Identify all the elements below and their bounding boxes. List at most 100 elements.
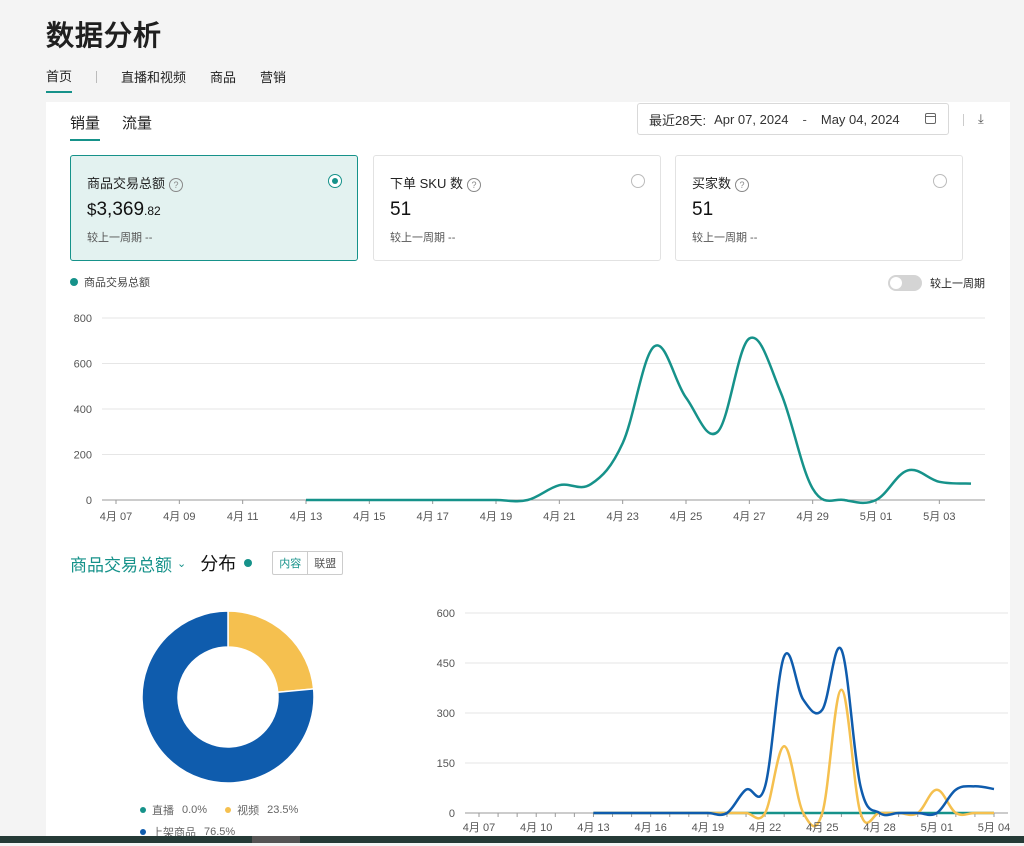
date-range-start: Apr 07, 2024 (714, 111, 789, 127)
x-tick-label: 4月 28 (863, 822, 895, 834)
date-range-end: May 04, 2024 (820, 111, 900, 127)
y-tick-label: 400 (74, 404, 92, 416)
sub-tab-traffic[interactable]: 流量 (122, 112, 152, 141)
x-tick-label: 4月 19 (480, 511, 512, 523)
metric-card-sku-orders[interactable]: 下单 SKU 数? 51 较上一周期 -- (373, 155, 661, 261)
metric-label-wrap: 买家数? (692, 173, 750, 192)
x-tick-label: 4月 07 (463, 822, 495, 834)
metric-compare: 较上一周期 -- (692, 232, 758, 244)
metric-value: $3,369.82 (87, 199, 161, 221)
nav-tab-products[interactable]: 商品 (210, 67, 236, 92)
sub-tabs: 销量 流量 (70, 112, 174, 141)
status-dot (244, 559, 253, 567)
x-tick-label: 4月 23 (606, 511, 638, 523)
distribution-header: 商品交易总额 ⌄ 分布 内容 联盟 (70, 550, 344, 576)
legend-item-video: 视频 23.5% (225, 802, 298, 818)
y-tick-label: 800 (74, 313, 92, 325)
metric-label: 买家数 (692, 176, 732, 191)
date-range-separator: - (802, 111, 807, 127)
nav-tab-home[interactable]: 首页 (46, 66, 73, 93)
x-tick-label: 4月 07 (100, 511, 132, 523)
x-tick-label: 4月 19 (692, 822, 724, 834)
help-icon[interactable]: ? (735, 177, 750, 192)
segment-content[interactable]: 内容 (273, 552, 309, 574)
help-icon[interactable]: ? (466, 177, 481, 192)
legend-dot (140, 807, 146, 813)
x-tick-label: 4月 25 (670, 511, 702, 523)
distribution-metric-select[interactable]: 商品交易总额 (70, 551, 172, 576)
metric-value-int: 3,369 (96, 199, 145, 220)
y-tick-label: 600 (437, 608, 455, 620)
horizontal-scrollbar[interactable] (0, 836, 1024, 843)
x-tick-label: 4月 16 (634, 822, 666, 834)
date-range-picker[interactable]: 最近28天: Apr 07, 2024 - May 04, 2024 (637, 103, 949, 135)
nav-tab-marketing[interactable]: 营销 (260, 67, 286, 92)
legend-dot (70, 278, 78, 286)
x-tick-label: 4月 11 (227, 511, 259, 523)
help-icon[interactable]: ? (169, 177, 184, 192)
metric-label: 商品交易总额 (87, 176, 166, 191)
legend-item-live: 直播 0.0% (140, 802, 207, 818)
download-icon[interactable]: ⤓ (978, 111, 984, 127)
nav-tab-live-video[interactable]: 直播和视频 (121, 67, 186, 92)
y-tick-label: 600 (74, 359, 92, 371)
x-tick-label: 4月 17 (416, 511, 448, 523)
date-range-label: 最近28天: (649, 112, 707, 128)
page-title: 数据分析 (46, 20, 163, 51)
legend-name: 视频 (237, 805, 260, 817)
toolbar-divider (963, 114, 964, 126)
distribution-segment: 内容 联盟 (272, 551, 344, 575)
y-tick-label: 300 (437, 708, 455, 720)
trend-legend-label: 商品交易总额 (84, 277, 150, 289)
metric-radio[interactable] (631, 174, 645, 188)
distribution-title: 分布 (200, 554, 237, 574)
metric-label-wrap: 商品交易总额? (87, 173, 184, 192)
x-tick-label: 4月 29 (796, 511, 828, 523)
x-tick-label: 4月 10 (520, 822, 552, 834)
y-tick-label: 150 (437, 758, 455, 770)
metric-radio[interactable] (328, 174, 342, 188)
series-line (593, 688, 994, 828)
x-tick-label: 4月 27 (733, 511, 765, 523)
x-tick-label: 4月 21 (543, 511, 575, 523)
metric-card-gmv[interactable]: 商品交易总额? $3,369.82 较上一周期 -- (70, 155, 358, 261)
calendar-icon (925, 113, 936, 124)
compare-toggle-label: 较上一周期 (930, 278, 985, 290)
distribution-donut-chart (141, 610, 315, 784)
analytics-panel: 销量 流量 最近28天: Apr 07, 2024 - May 04, 2024… (46, 102, 1010, 843)
metric-value-dec: .82 (144, 204, 161, 218)
legend-row: 直播 0.0% 视频 23.5% (140, 802, 316, 818)
chevron-down-icon[interactable]: ⌄ (177, 557, 186, 570)
x-tick-label: 5月 03 (923, 511, 955, 523)
y-tick-label: 450 (437, 658, 455, 670)
compare-toggle-wrap: 较上一周期 (888, 275, 985, 291)
metric-radio[interactable] (933, 174, 947, 188)
metric-compare: 较上一周期 -- (87, 232, 153, 244)
segment-affiliate[interactable]: 联盟 (307, 552, 342, 574)
sub-tab-sales[interactable]: 销量 (70, 112, 101, 141)
compare-toggle[interactable] (888, 275, 922, 291)
x-tick-label: 4月 13 (290, 511, 322, 523)
metric-compare: 较上一周期 -- (390, 232, 456, 244)
x-tick-label: 4月 22 (749, 822, 781, 834)
y-tick-label: 0 (449, 808, 455, 820)
metric-label-wrap: 下单 SKU 数? (390, 173, 481, 192)
y-tick-label: 200 (74, 450, 92, 462)
x-tick-label: 5月 04 (978, 822, 1010, 834)
x-tick-label: 4月 09 (163, 511, 195, 523)
pie-slice (227, 610, 315, 694)
x-tick-label: 5月 01 (860, 511, 892, 523)
metric-card-buyers[interactable]: 买家数? 51 较上一周期 -- (675, 155, 963, 261)
gmv-trend-chart: 0 200 400 600 800 4月 07 4月 09 4月 11 4月 13 4月 15 4月… (74, 313, 985, 523)
metric-value: 51 (390, 199, 412, 220)
legend-dot (140, 829, 146, 835)
x-tick-label: 5月 01 (921, 822, 953, 834)
metric-value: 51 (692, 199, 714, 220)
x-tick-label: 4月 25 (806, 822, 838, 834)
x-tick-label: 4月 15 (353, 511, 385, 523)
scrollbar-thumb[interactable] (252, 836, 300, 843)
series-line (305, 336, 972, 505)
x-tick-label: 4月 13 (577, 822, 609, 834)
trend-legend: 商品交易总额 (70, 274, 150, 290)
metric-label: 下单 SKU 数 (390, 176, 463, 191)
